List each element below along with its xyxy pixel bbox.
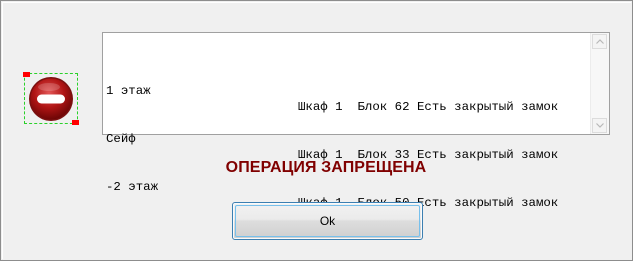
chevron-up-icon [595,39,604,44]
dialog-window: 1 этаж Шкаф 1 Блок 62 Есть закрытый замо… [0,0,633,261]
list-item[interactable]: Сейф Шкаф 1 Блок 33 Есть закрытый замок [106,115,589,162]
list-item-location: Сейф [106,132,136,146]
icon-selection-frame [23,72,79,125]
chevron-down-icon [595,123,604,128]
list-item-details: Шкаф 1 Блок 62 Есть закрытый замок [298,100,559,114]
list-item[interactable]: 1 этаж Шкаф 1 Блок 62 Есть закрытый замо… [106,67,589,114]
scroll-up-button[interactable] [592,34,607,49]
list-item-location: 1 этаж [106,84,151,98]
vertical-scrollbar[interactable] [590,33,609,134]
message-lines: 1 этаж Шкаф 1 Блок 62 Есть закрытый замо… [106,35,589,211]
scroll-down-button[interactable] [592,118,607,133]
stop-icon [29,77,73,121]
operation-forbidden-heading: ОПЕРАЦИЯ ЗАПРЕЩЕНА [225,159,427,176]
list-item-location: -2 этаж [106,180,159,194]
message-list[interactable]: 1 этаж Шкаф 1 Блок 62 Есть закрытый замо… [102,32,610,210]
ok-button[interactable]: Ok [232,202,423,240]
